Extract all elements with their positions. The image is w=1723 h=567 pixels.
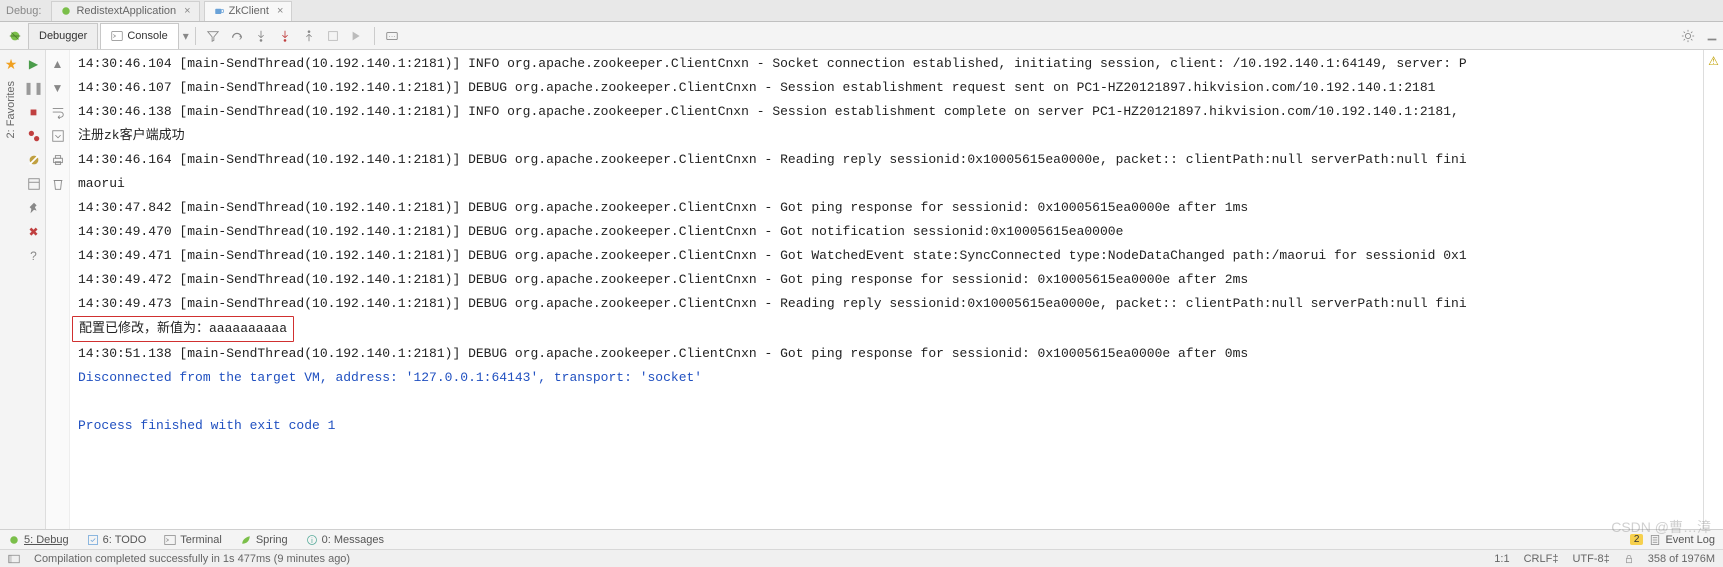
close-icon[interactable]: ✖ [24, 222, 44, 242]
caret-position[interactable]: 1:1 [1494, 553, 1509, 565]
evaluate-expression-icon[interactable]: ··· [381, 25, 403, 47]
pause-icon[interactable]: ❚❚ [24, 78, 44, 98]
log-line: 14:30:46.138 [main-SendThread(10.192.140… [78, 100, 1695, 124]
close-icon[interactable]: × [277, 5, 283, 17]
log-line: 14:30:49.473 [main-SendThread(10.192.140… [78, 292, 1695, 316]
step-out-icon[interactable] [298, 25, 320, 47]
file-tab-label: ZkClient [229, 5, 269, 17]
log-line: 注册zk客户端成功 [78, 124, 1695, 148]
debug-label: Debug: [6, 5, 41, 17]
debug-toolbar: Debugger Console ▾ ··· [0, 22, 1723, 50]
chevron-down-icon[interactable]: ▾ [183, 29, 189, 43]
leaf-icon [60, 5, 72, 17]
print-icon[interactable] [48, 150, 68, 170]
pin-icon[interactable] [24, 198, 44, 218]
log-line: 配置已修改，新值为：aaaaaaaaaa [78, 316, 1695, 342]
toolwindow-todo[interactable]: 6: TODO [87, 534, 147, 546]
toolwindow-messages[interactable]: i 0: Messages [306, 534, 384, 546]
down-icon[interactable]: ▼ [48, 78, 68, 98]
toolwindow-terminal[interactable]: Terminal [164, 534, 222, 546]
mute-breakpoints-icon[interactable] [24, 150, 44, 170]
log-line: Disconnected from the target VM, address… [78, 366, 1695, 390]
log-line [78, 390, 1695, 414]
toolwindow-label: Terminal [180, 534, 222, 546]
toolwindow-label: Spring [256, 534, 288, 546]
favorites-tab[interactable]: 2: Favorites [5, 81, 17, 138]
step-into-icon[interactable] [250, 25, 272, 47]
resume-icon[interactable]: ▶ [24, 54, 44, 74]
tab-label: Debugger [39, 30, 87, 42]
view-breakpoints-icon[interactable] [24, 126, 44, 146]
memory-indicator[interactable]: 358 of 1976M [1648, 553, 1715, 565]
tab-console[interactable]: Console [100, 23, 178, 49]
toolwindow-debug[interactable]: 5: Debug [8, 534, 69, 546]
warning-marker-icon[interactable]: ⚠ [1708, 54, 1719, 68]
file-tab-bar: Debug: RedistextApplication × ZkClient × [0, 0, 1723, 22]
step-over-icon[interactable] [226, 25, 248, 47]
terminal-icon [164, 534, 176, 546]
separator [195, 27, 196, 45]
svg-text:···: ··· [388, 33, 395, 40]
line-separator[interactable]: CRLF‡ [1524, 553, 1559, 565]
filter-icon[interactable] [202, 25, 224, 47]
log-line: 14:30:49.472 [main-SendThread(10.192.140… [78, 268, 1695, 292]
log-line: 14:30:51.138 [main-SendThread(10.192.140… [78, 342, 1695, 366]
info-icon: i [306, 534, 318, 546]
todo-icon [87, 534, 99, 546]
lock-icon[interactable] [1624, 554, 1634, 564]
status-bar: Compilation completed successfully in 1s… [0, 549, 1723, 567]
encoding[interactable]: UTF-8‡ [1572, 553, 1609, 565]
drop-frame-icon[interactable] [322, 25, 344, 47]
toolwindow-label: 0: Messages [322, 534, 384, 546]
toolwindow-toggle-icon[interactable] [8, 553, 20, 565]
log-line: 14:30:49.471 [main-SendThread(10.192.140… [78, 244, 1695, 268]
close-icon[interactable]: × [184, 5, 190, 17]
clear-icon[interactable] [48, 174, 68, 194]
toolwindow-spring[interactable]: Spring [240, 534, 288, 546]
console-output[interactable]: 14:30:46.104 [main-SendThread(10.192.140… [70, 50, 1703, 529]
console-actions-gutter: ▲ ▼ [46, 50, 70, 529]
log-line: 14:30:46.107 [main-SendThread(10.192.140… [78, 76, 1695, 100]
file-tab-label: RedistextApplication [76, 5, 176, 17]
console-icon [111, 30, 123, 42]
right-gutter: ⚠ [1703, 50, 1723, 529]
log-line: Process finished with exit code 1 [78, 414, 1695, 438]
toolwindow-label: 6: TODO [103, 534, 147, 546]
log-line: 14:30:47.842 [main-SendThread(10.192.140… [78, 196, 1695, 220]
help-icon[interactable]: ? [24, 246, 44, 266]
soft-wrap-icon[interactable] [48, 102, 68, 122]
tab-label: Console [127, 30, 167, 42]
tab-debugger[interactable]: Debugger [28, 23, 98, 49]
file-tab-zkclient[interactable]: ZkClient × [204, 1, 293, 21]
up-icon[interactable]: ▲ [48, 54, 68, 74]
watermark: CSDN @曹…漳 [1611, 517, 1711, 537]
run-to-cursor-icon[interactable] [346, 25, 368, 47]
debug-actions-gutter: ▶ ❚❚ ■ ✖ ? [22, 50, 46, 529]
separator [374, 27, 375, 45]
gear-icon[interactable] [1677, 25, 1699, 47]
log-line: maorui [78, 172, 1695, 196]
log-line: 14:30:46.164 [main-SendThread(10.192.140… [78, 148, 1695, 172]
leaf-icon [240, 534, 252, 546]
minimize-icon[interactable] [1701, 25, 1723, 47]
svg-text:i: i [311, 536, 313, 545]
restore-layout-icon[interactable] [24, 174, 44, 194]
star-icon[interactable]: ★ [5, 56, 18, 73]
log-line: 14:30:49.470 [main-SendThread(10.192.140… [78, 220, 1695, 244]
cup-icon [213, 5, 225, 17]
bug-icon [8, 534, 20, 546]
log-line: 14:30:46.104 [main-SendThread(10.192.140… [78, 52, 1695, 76]
status-message: Compilation completed successfully in 1s… [34, 553, 350, 565]
force-step-into-icon[interactable] [274, 25, 296, 47]
toolwindow-label: 5: Debug [24, 534, 69, 546]
left-edge-tabs: ★ 2: Favorites [0, 50, 22, 529]
stop-icon[interactable]: ■ [24, 102, 44, 122]
scroll-to-end-icon[interactable] [48, 126, 68, 146]
main-area: ★ 2: Favorites ▶ ❚❚ ■ ✖ ? ▲ ▼ 14:30:46.1… [0, 50, 1723, 529]
file-tab-redistext[interactable]: RedistextApplication × [51, 1, 199, 21]
bug-icon[interactable] [4, 25, 26, 47]
toolwindow-bar: 5: Debug 6: TODO Terminal Spring i 0: Me… [0, 529, 1723, 549]
